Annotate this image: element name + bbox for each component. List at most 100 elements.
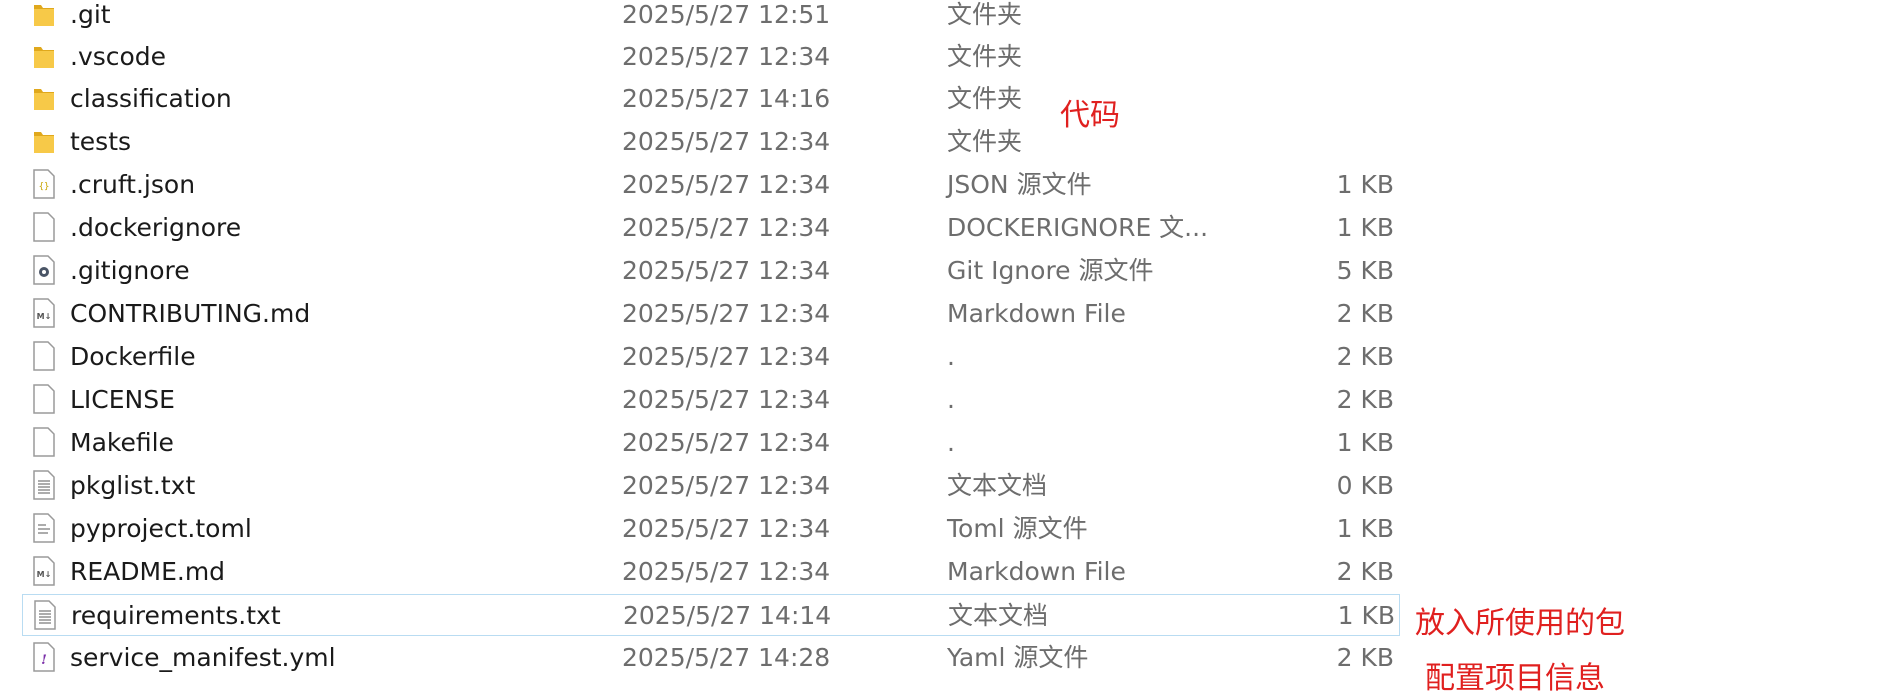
- svg-text:M↓: M↓: [37, 312, 52, 321]
- folder-icon: [32, 0, 56, 29]
- file-date: 2025/5/27 12:34: [622, 42, 831, 71]
- file-name: Makefile: [70, 428, 174, 457]
- folder-icon: [32, 126, 56, 156]
- file-date: 2025/5/27 12:34: [622, 256, 831, 285]
- gear-file-icon: [32, 255, 56, 285]
- file-date: 2025/5/27 12:34: [622, 385, 831, 414]
- file-row[interactable]: pyproject.toml 2025/5/27 12:34 Toml 源文件 …: [22, 508, 1400, 550]
- annotation-code: 代码: [1060, 98, 1120, 133]
- file-size: 1 KB: [1336, 213, 1394, 242]
- blank-file-icon: [32, 427, 56, 457]
- file-type: DOCKERIGNORE 文...: [947, 213, 1209, 242]
- file-name: requirements.txt: [71, 601, 281, 630]
- file-type: Markdown File: [947, 557, 1126, 586]
- folder-icon: [32, 41, 56, 71]
- file-size: 2 KB: [1336, 342, 1394, 371]
- file-row[interactable]: .gitignore 2025/5/27 12:34 Git Ignore 源文…: [22, 250, 1400, 292]
- file-type: 文件夹: [947, 0, 1023, 29]
- file-size: [1302, 121, 1394, 163]
- file-date: 2025/5/27 14:28: [622, 643, 831, 672]
- file-date: 2025/5/27 12:34: [622, 127, 831, 156]
- json-file-icon: {}: [32, 169, 56, 199]
- file-date: 2025/5/27 12:34: [622, 170, 831, 199]
- annotation-config: 配置项目信息: [1425, 661, 1605, 696]
- file-date: 2025/5/27 12:34: [622, 342, 831, 371]
- file-name: .vscode: [70, 42, 167, 71]
- file-type: Markdown File: [947, 299, 1126, 328]
- file-name: tests: [70, 127, 132, 156]
- file-row[interactable]: pkglist.txt 2025/5/27 12:34 文本文档 0 KB: [22, 465, 1400, 507]
- file-type: 文本文档: [948, 601, 1049, 630]
- file-type: Toml 源文件: [947, 514, 1088, 543]
- svg-text:{}: {}: [39, 182, 50, 192]
- blank-file-icon: [32, 341, 56, 371]
- file-row[interactable]: M↓ CONTRIBUTING.md 2025/5/27 12:34 Markd…: [22, 293, 1400, 335]
- file-name: classification: [70, 84, 232, 113]
- file-type: .: [947, 385, 955, 414]
- file-size: [1302, 0, 1394, 36]
- file-row[interactable]: {} .cruft.json 2025/5/27 12:34 JSON 源文件 …: [22, 164, 1400, 206]
- file-type: .: [947, 342, 955, 371]
- file-row[interactable]: Makefile 2025/5/27 12:34 . 1 KB: [22, 422, 1400, 464]
- file-name: .cruft.json: [70, 170, 196, 199]
- file-name: Dockerfile: [70, 342, 196, 371]
- file-date: 2025/5/27 12:34: [622, 213, 831, 242]
- text-file-icon: [33, 600, 57, 630]
- markdown-file-icon: M↓: [32, 556, 56, 586]
- file-type: Git Ignore 源文件: [947, 256, 1154, 285]
- file-name: README.md: [70, 557, 226, 586]
- file-size: 5 KB: [1336, 256, 1394, 285]
- text-file-icon: [32, 470, 56, 500]
- file-type: 文件夹: [947, 42, 1023, 71]
- file-name: pyproject.toml: [70, 514, 252, 543]
- folder-icon: [32, 83, 56, 113]
- file-name: pkglist.txt: [70, 471, 196, 500]
- file-row[interactable]: .vscode 2025/5/27 12:34 文件夹: [22, 36, 1400, 78]
- svg-text:M↓: M↓: [37, 570, 52, 579]
- file-date: 2025/5/27 12:51: [622, 0, 831, 29]
- file-type: 文件夹: [947, 127, 1023, 156]
- file-size: 0 KB: [1336, 471, 1394, 500]
- file-date: 2025/5/27 12:34: [622, 557, 831, 586]
- file-size: 1 KB: [1336, 514, 1394, 543]
- annotation-packages: 放入所使用的包: [1415, 606, 1625, 641]
- file-row[interactable]: LICENSE 2025/5/27 12:34 . 2 KB: [22, 379, 1400, 421]
- file-size: 1 KB: [1336, 170, 1394, 199]
- file-size: 2 KB: [1336, 299, 1394, 328]
- file-name: .gitignore: [70, 256, 190, 285]
- blank-file-icon: [32, 212, 56, 242]
- file-row[interactable]: M↓ README.md 2025/5/27 12:34 Markdown Fi…: [22, 551, 1400, 593]
- file-row[interactable]: Dockerfile 2025/5/27 12:34 . 2 KB: [22, 336, 1400, 378]
- file-type: 文件夹: [947, 84, 1023, 113]
- file-row[interactable]: classification 2025/5/27 14:16 文件夹: [22, 78, 1400, 120]
- file-row[interactable]: .dockerignore 2025/5/27 12:34 DOCKERIGNO…: [22, 207, 1400, 249]
- file-type: JSON 源文件: [947, 170, 1092, 199]
- file-date: 2025/5/27 12:34: [622, 471, 831, 500]
- file-type: .: [947, 428, 955, 457]
- file-size: [1302, 78, 1394, 120]
- file-type: Yaml 源文件: [947, 643, 1089, 672]
- file-date: 2025/5/27 12:34: [622, 428, 831, 457]
- blank-file-icon: [32, 384, 56, 414]
- lined-file-icon: [32, 513, 56, 543]
- file-row[interactable]: .git 2025/5/27 12:51 文件夹: [22, 0, 1400, 36]
- file-size: 1 KB: [1337, 601, 1395, 630]
- file-size: 1 KB: [1336, 428, 1394, 457]
- file-date: 2025/5/27 12:34: [622, 514, 831, 543]
- file-size: [1302, 36, 1394, 78]
- file-date: 2025/5/27 14:14: [623, 601, 832, 630]
- file-row[interactable]: tests 2025/5/27 12:34 文件夹: [22, 121, 1400, 163]
- markdown-file-icon: M↓: [32, 298, 56, 328]
- yaml-file-icon: !: [32, 642, 56, 672]
- file-size: 2 KB: [1336, 385, 1394, 414]
- file-name: .dockerignore: [70, 213, 242, 242]
- file-size: 2 KB: [1336, 643, 1394, 672]
- file-type: 文本文档: [947, 471, 1048, 500]
- file-row-hovered[interactable]: requirements.txt 2025/5/27 14:14 文本文档 1 …: [22, 594, 1400, 636]
- svg-text:!: !: [41, 653, 47, 668]
- file-name: CONTRIBUTING.md: [70, 299, 311, 328]
- file-date: 2025/5/27 12:34: [622, 299, 831, 328]
- file-date: 2025/5/27 14:16: [622, 84, 831, 113]
- file-row[interactable]: ! service_manifest.yml 2025/5/27 14:28 Y…: [22, 637, 1400, 679]
- file-name: .git: [70, 0, 111, 29]
